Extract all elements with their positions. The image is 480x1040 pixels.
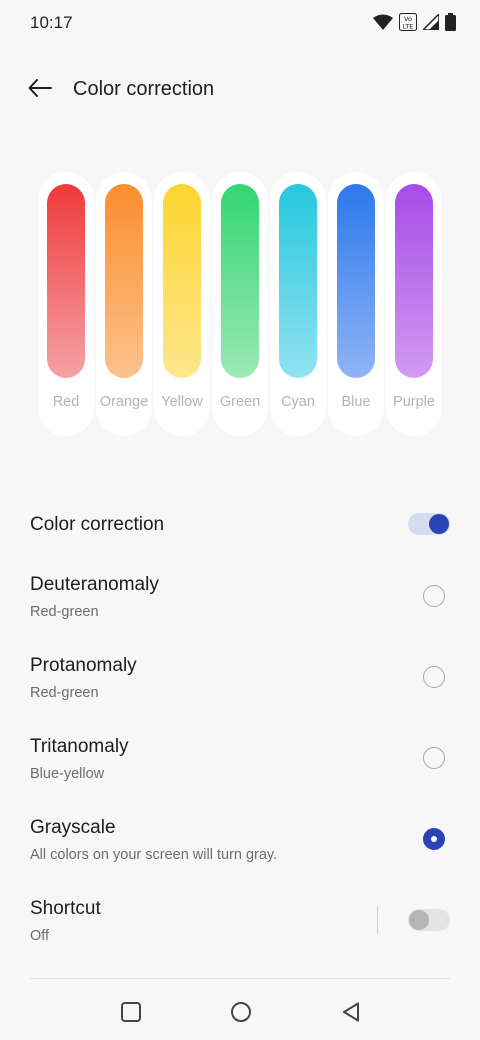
swatch-bar [221, 184, 259, 378]
swatch-purple: Purple [386, 172, 442, 436]
mode-title: Protanomaly [30, 655, 137, 676]
toggle-knob [409, 910, 429, 930]
swatch-orange: Orange [96, 172, 152, 436]
mode-title: Grayscale [30, 817, 116, 838]
home-circle-icon [230, 1001, 252, 1028]
status-bar: 10:17 Vo LTE [0, 0, 480, 46]
signal-icon [423, 14, 439, 30]
mode-row-protanomaly[interactable]: Protanomaly Red-green [0, 647, 480, 711]
swatch-bar [105, 184, 143, 378]
color-correction-row[interactable]: Color correction [0, 500, 480, 548]
color-correction-label: Color correction [30, 514, 165, 535]
home-button[interactable] [223, 998, 259, 1030]
back-button[interactable] [22, 74, 58, 106]
swatch-blue: Blue [328, 172, 384, 436]
app-header: Color correction [0, 68, 480, 112]
mode-title: Tritanomaly [30, 736, 129, 757]
nav-back-button[interactable] [333, 998, 369, 1030]
shortcut-row[interactable]: Shortcut Off [0, 890, 480, 954]
swatch-bar [395, 184, 433, 378]
page-title: Color correction [73, 78, 215, 100]
tritanomaly-radio[interactable] [423, 747, 445, 769]
protanomaly-radio[interactable] [423, 666, 445, 688]
battery-icon [445, 13, 456, 31]
mode-row-grayscale[interactable]: Grayscale All colors on your screen will… [0, 809, 480, 873]
mode-title: Deuteranomaly [30, 574, 159, 595]
wifi-icon [373, 14, 393, 30]
nav-divider [30, 978, 450, 979]
navigation-bar [0, 990, 480, 1040]
back-triangle-icon [340, 1001, 362, 1028]
shortcut-divider [377, 906, 378, 934]
mode-subtitle: All colors on your screen will turn gray… [30, 847, 278, 863]
mode-row-tritanomaly[interactable]: Tritanomaly Blue-yellow [0, 728, 480, 792]
swatch-bar [279, 184, 317, 378]
grayscale-radio[interactable] [423, 828, 445, 850]
color-correction-toggle[interactable] [408, 513, 450, 535]
mode-row-deuteranomaly[interactable]: Deuteranomaly Red-green [0, 566, 480, 630]
screen: 10:17 Vo LTE Color correction Red Orange… [0, 0, 480, 1040]
swatch-bar [163, 184, 201, 378]
mode-subtitle: Red-green [30, 685, 99, 701]
swatch-bar [337, 184, 375, 378]
swatch-bar [47, 184, 85, 378]
mode-subtitle: Blue-yellow [30, 766, 105, 782]
shortcut-title: Shortcut [30, 898, 101, 919]
color-swatches: Red Orange Yellow Green Cyan Blue Purple [38, 172, 442, 438]
mode-subtitle: Red-green [30, 604, 99, 620]
volte-icon: Vo LTE [399, 13, 417, 31]
recents-button[interactable] [113, 998, 149, 1030]
swatch-red: Red [38, 172, 94, 436]
shortcut-status: Off [30, 928, 50, 944]
toggle-knob [429, 514, 449, 534]
deuteranomaly-radio[interactable] [423, 585, 445, 607]
arrow-left-icon [28, 78, 52, 102]
recents-square-icon [120, 1001, 142, 1028]
swatch-label: Purple [393, 394, 435, 410]
shortcut-toggle[interactable] [408, 909, 450, 931]
swatch-yellow: Yellow [154, 172, 210, 436]
svg-text:LTE: LTE [403, 23, 414, 31]
status-icons: Vo LTE [373, 13, 456, 31]
swatch-cyan: Cyan [270, 172, 326, 436]
swatch-green: Green [212, 172, 268, 436]
status-time: 10:17 [30, 13, 73, 32]
